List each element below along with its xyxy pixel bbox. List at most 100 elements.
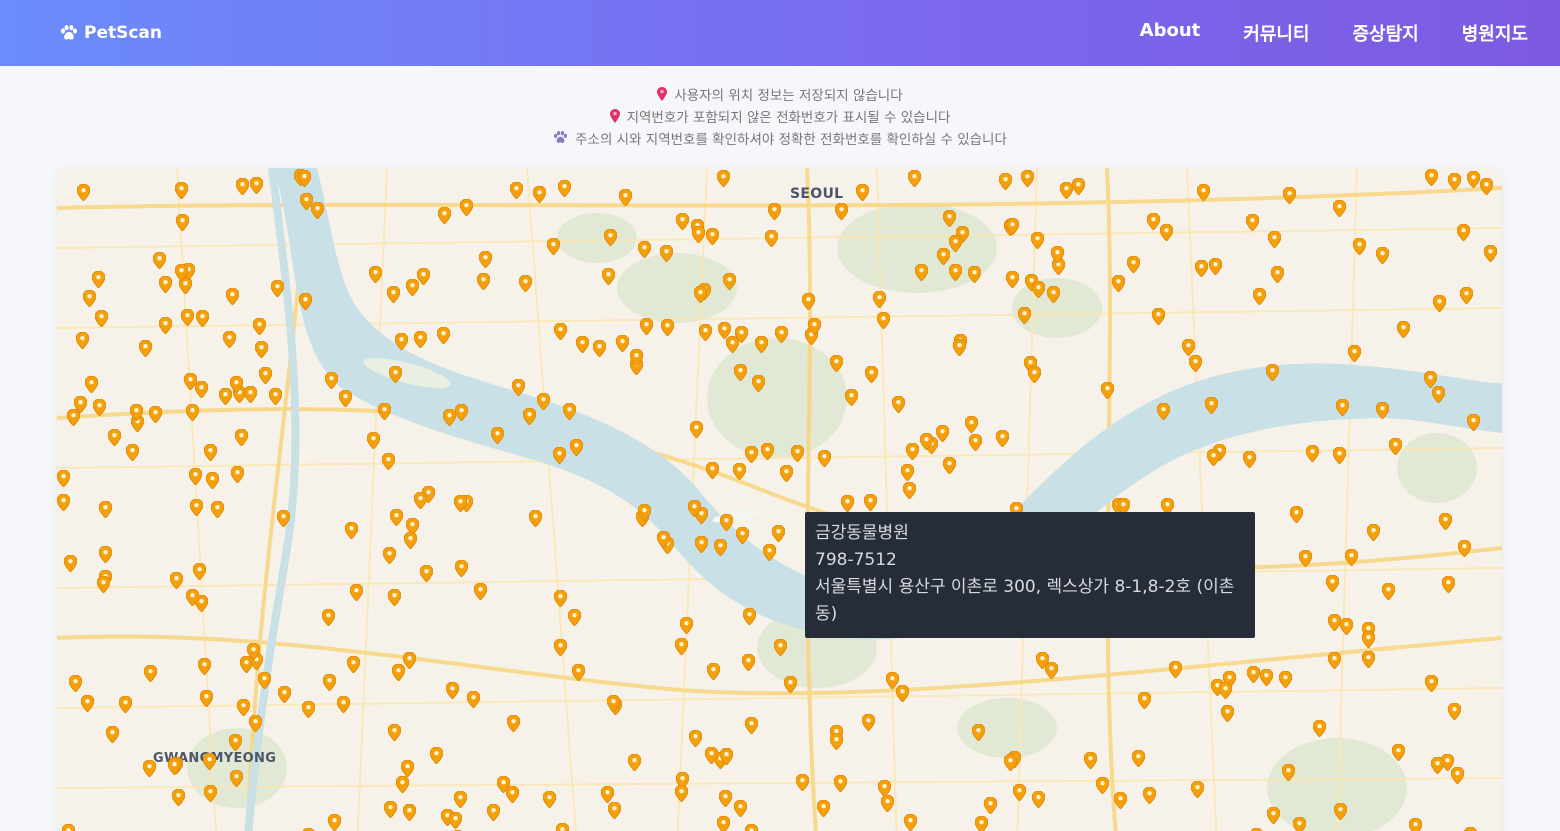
- hospital-marker[interactable]: [1218, 681, 1233, 700]
- hospital-marker[interactable]: [366, 431, 381, 450]
- hospital-marker[interactable]: [861, 713, 876, 732]
- hospital-marker[interactable]: [744, 823, 759, 831]
- hospital-marker[interactable]: [1325, 574, 1340, 593]
- hospital-marker[interactable]: [1020, 169, 1035, 188]
- hospital-marker[interactable]: [436, 326, 451, 345]
- hospital-marker[interactable]: [659, 244, 674, 263]
- hospital-marker[interactable]: [1030, 231, 1045, 250]
- hospital-marker[interactable]: [1464, 826, 1477, 831]
- hospital-marker[interactable]: [400, 759, 415, 778]
- hospital-marker[interactable]: [1131, 749, 1146, 768]
- hospital-marker[interactable]: [148, 405, 163, 424]
- hospital-marker[interactable]: [1456, 223, 1471, 242]
- hospital-marker[interactable]: [880, 794, 895, 813]
- hospital-marker[interactable]: [1396, 320, 1411, 339]
- hospital-marker[interactable]: [679, 616, 694, 635]
- hospital-marker[interactable]: [1204, 396, 1219, 415]
- hospital-marker[interactable]: [298, 292, 313, 311]
- hospital-marker[interactable]: [1159, 223, 1174, 242]
- hospital-marker[interactable]: [486, 803, 501, 822]
- hospital-marker[interactable]: [1266, 806, 1281, 825]
- hospital-marker[interactable]: [98, 500, 113, 519]
- hospital-marker[interactable]: [377, 402, 392, 421]
- hospital-marker[interactable]: [964, 415, 979, 434]
- hospital-marker[interactable]: [1142, 786, 1157, 805]
- hospital-marker[interactable]: [1479, 177, 1494, 196]
- hospital-marker[interactable]: [383, 800, 398, 819]
- hospital-marker[interactable]: [338, 389, 353, 408]
- hospital-marker[interactable]: [202, 752, 217, 771]
- hospital-marker[interactable]: [967, 265, 982, 284]
- hospital-marker[interactable]: [627, 753, 642, 772]
- hospital-marker[interactable]: [767, 202, 782, 221]
- hospital-marker[interactable]: [171, 788, 186, 807]
- hospital-marker[interactable]: [733, 799, 748, 818]
- hospital-marker[interactable]: [1424, 674, 1439, 693]
- hospital-marker[interactable]: [864, 365, 879, 384]
- hospital-marker[interactable]: [478, 250, 493, 269]
- hospital-marker[interactable]: [1312, 719, 1327, 738]
- hospital-marker[interactable]: [57, 493, 71, 512]
- hospital-marker[interactable]: [1423, 370, 1438, 389]
- hospital-marker[interactable]: [381, 452, 396, 471]
- hospital-marker[interactable]: [1188, 354, 1203, 373]
- hospital-marker[interactable]: [735, 526, 750, 545]
- hospital-marker[interactable]: [522, 407, 537, 426]
- hospital-marker[interactable]: [277, 685, 292, 704]
- hospital-marker[interactable]: [197, 657, 212, 676]
- hospital-marker[interactable]: [75, 331, 90, 350]
- hospital-marker[interactable]: [618, 188, 633, 207]
- hospital-marker[interactable]: [1050, 245, 1065, 264]
- hospital-marker[interactable]: [774, 325, 789, 344]
- hospital-marker[interactable]: [506, 714, 521, 733]
- hospital-marker[interactable]: [194, 380, 209, 399]
- hospital-marker[interactable]: [1027, 365, 1042, 384]
- hospital-marker[interactable]: [902, 481, 917, 500]
- hospital-marker[interactable]: [1208, 257, 1223, 276]
- hospital-marker[interactable]: [230, 465, 245, 484]
- hospital-marker[interactable]: [532, 185, 547, 204]
- hospital-marker[interactable]: [429, 746, 444, 765]
- hospital-marker[interactable]: [1375, 401, 1390, 420]
- hospital-marker[interactable]: [327, 813, 342, 831]
- hospital-marker[interactable]: [80, 694, 95, 713]
- hospital-marker[interactable]: [270, 279, 285, 298]
- hospital-marker[interactable]: [158, 275, 173, 294]
- hospital-marker[interactable]: [855, 183, 870, 202]
- hospital-marker[interactable]: [1003, 753, 1018, 772]
- hospital-marker[interactable]: [1246, 665, 1261, 684]
- hospital-marker[interactable]: [509, 181, 524, 200]
- hospital-marker[interactable]: [995, 429, 1010, 448]
- hospital-marker[interactable]: [719, 747, 734, 766]
- hospital-marker[interactable]: [252, 317, 267, 336]
- hospital-marker[interactable]: [1113, 791, 1128, 810]
- hospital-marker[interactable]: [744, 716, 759, 735]
- hospital-marker[interactable]: [1111, 274, 1126, 293]
- hospital-marker[interactable]: [235, 177, 250, 196]
- hospital-marker[interactable]: [94, 309, 109, 328]
- hospital-marker[interactable]: [1259, 668, 1274, 687]
- hospital-marker[interactable]: [1005, 270, 1020, 289]
- hospital-marker[interactable]: [816, 799, 831, 818]
- hospital-marker[interactable]: [185, 588, 200, 607]
- hospital-marker[interactable]: [872, 290, 887, 309]
- hospital-marker[interactable]: [840, 494, 855, 513]
- hospital-marker[interactable]: [203, 784, 218, 803]
- hospital-marker[interactable]: [751, 374, 766, 393]
- hospital-marker[interactable]: [693, 285, 708, 304]
- hospital-marker[interactable]: [1292, 816, 1307, 831]
- hospital-marker[interactable]: [324, 371, 339, 390]
- hospital-marker[interactable]: [1137, 691, 1152, 710]
- hospital-marker[interactable]: [1466, 413, 1481, 432]
- hospital-marker[interactable]: [1466, 170, 1481, 189]
- hospital-marker[interactable]: [764, 229, 779, 248]
- hospital-marker[interactable]: [1035, 651, 1050, 670]
- hospital-marker[interactable]: [1408, 817, 1423, 831]
- hospital-marker[interactable]: [1391, 743, 1406, 762]
- hospital-marker[interactable]: [118, 695, 133, 714]
- hospital-marker[interactable]: [91, 270, 106, 289]
- hospital-marker[interactable]: [732, 462, 747, 481]
- hospital-marker[interactable]: [389, 508, 404, 527]
- hospital-marker[interactable]: [1450, 766, 1465, 785]
- hospital-marker[interactable]: [942, 209, 957, 228]
